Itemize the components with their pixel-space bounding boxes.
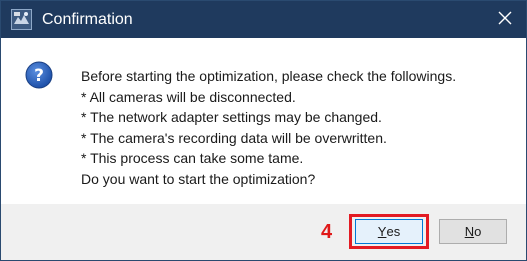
- close-button[interactable]: [494, 9, 516, 31]
- svg-text:?: ?: [34, 66, 44, 86]
- dialog-content: ? Before starting the optimization, plea…: [1, 38, 526, 204]
- confirmation-dialog: Confirmation ? Before starting the optim…: [0, 0, 527, 261]
- message-line: * The network adapter settings may be ch…: [81, 109, 382, 125]
- message-line: * This process can take some tame.: [81, 150, 304, 166]
- no-accelerator: N: [464, 224, 475, 239]
- yes-button[interactable]: Yes: [355, 219, 423, 244]
- title-bar[interactable]: Confirmation: [1, 1, 526, 38]
- yes-label-rest: es: [386, 224, 401, 239]
- message-line: * The camera's recording data will be ov…: [81, 129, 387, 146]
- message-line: Before starting the optimization, please…: [81, 68, 457, 84]
- question-icon: ?: [25, 61, 53, 89]
- button-bar: 4 Yes No: [1, 204, 526, 260]
- no-label-rest: o: [474, 224, 482, 239]
- message-line: Do you want to start the optimization?: [81, 170, 316, 187]
- step-number-annotation: 4: [321, 221, 333, 243]
- yes-accelerator: Y: [377, 224, 387, 239]
- message-text: Before starting the optimization, please…: [81, 66, 456, 189]
- camera-app-icon: [11, 9, 32, 30]
- message-line: * All cameras will be disconnected.: [81, 88, 296, 105]
- close-icon: [498, 11, 512, 30]
- window-title: Confirmation: [42, 11, 133, 28]
- no-button[interactable]: No: [439, 219, 507, 244]
